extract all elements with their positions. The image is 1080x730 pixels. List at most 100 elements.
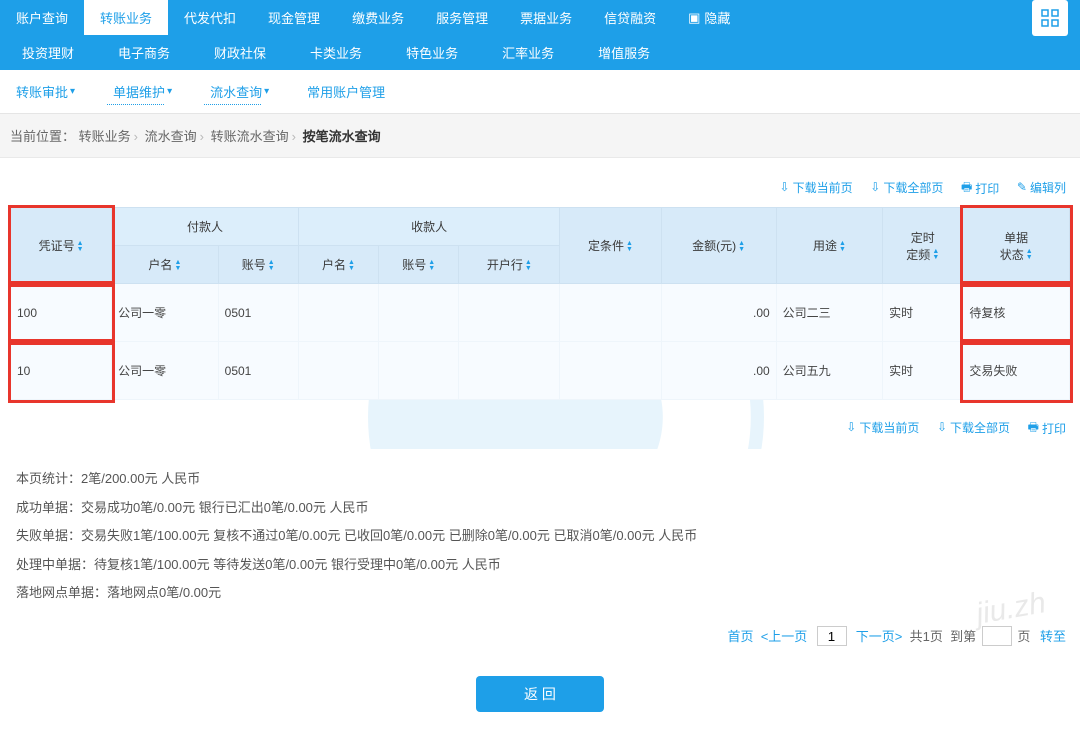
col-status[interactable]: 单据 状态▲▼	[963, 208, 1070, 284]
sort-icon: ▲▼	[348, 260, 355, 272]
col-timing[interactable]: 定时 定频▲▼	[883, 208, 963, 284]
nav-vas[interactable]: 增值服务	[576, 35, 672, 70]
print-label-2: 打印	[1042, 420, 1066, 437]
caret-down-icon: ▾	[70, 86, 75, 97]
col-condition[interactable]: 定条件▲▼	[560, 208, 661, 284]
sort-icon: ▲▼	[428, 260, 435, 272]
crumb-0[interactable]: 转账业务	[79, 129, 131, 144]
nav-special[interactable]: 特色业务	[384, 35, 480, 70]
sec-approval-label: 转账审批	[16, 82, 68, 101]
col-payer-name[interactable]: 户名▲▼	[112, 246, 219, 284]
edit-columns-label: 编辑列	[1030, 179, 1066, 196]
top-nav-row2: 投资理财 电子商务 财政社保 卡类业务 特色业务 汇率业务 增值服务	[0, 35, 1080, 70]
hide-icon: ▣	[688, 10, 700, 26]
cell-payer-name: 公司一零	[112, 284, 219, 342]
sort-icon: ▲▼	[1026, 249, 1033, 261]
cell-condition	[560, 342, 661, 400]
edit-columns-link[interactable]: ✎编辑列	[1017, 179, 1066, 196]
download-all-label-2: 下载全部页	[950, 419, 1010, 436]
col-payer-acct[interactable]: 账号▲▼	[218, 246, 298, 284]
sort-icon: ▲▼	[932, 249, 939, 261]
nav-hide[interactable]: ▣ 隐藏	[672, 0, 746, 35]
sec-maintain[interactable]: 单据维护 ▾	[107, 76, 178, 107]
print-icon: 🖶	[1028, 418, 1039, 439]
print-link-2[interactable]: 🖶打印	[1028, 418, 1066, 439]
sort-icon: ▲▼	[77, 241, 84, 253]
cell-payee-acct	[379, 284, 459, 342]
page-prev[interactable]: <上一页	[761, 629, 808, 644]
page-jump-input[interactable]	[982, 626, 1012, 646]
table-row[interactable]: 10 公司一零 0501 .00 公司五九 实时 交易失败	[11, 342, 1070, 400]
download-all-link-2[interactable]: ⇩下载全部页	[937, 419, 1010, 436]
cell-payee-bank	[459, 342, 560, 400]
sort-icon: ▲▼	[738, 241, 745, 253]
cell-timing: 实时	[883, 284, 963, 342]
col-payee-bank-label: 开户行	[487, 258, 523, 272]
breadcrumb: 当前位置： 转账业务› 流水查询› 转账流水查询› 按笔流水查询	[0, 114, 1080, 158]
download-icon: ⇩	[780, 180, 790, 194]
cell-voucher[interactable]: 10	[11, 342, 112, 400]
nav-cash[interactable]: 现金管理	[252, 0, 336, 35]
cell-condition	[560, 284, 661, 342]
download-all-link[interactable]: ⇩下载全部页	[870, 179, 943, 196]
nav-fiscal[interactable]: 财政社保	[192, 35, 288, 70]
sec-account[interactable]: 常用账户管理	[301, 76, 391, 107]
download-current-label-2: 下载当前页	[859, 419, 919, 436]
nav-payment[interactable]: 缴费业务	[336, 0, 420, 35]
col-payee-bank[interactable]: 开户行▲▼	[459, 246, 560, 284]
download-icon: ⇩	[846, 420, 856, 434]
cell-payer-acct: 0501	[218, 284, 298, 342]
cell-payer-acct: 0501	[218, 342, 298, 400]
col-voucher-label: 凭证号	[39, 239, 75, 253]
nav-service[interactable]: 服务管理	[420, 0, 504, 35]
nav-ecommerce[interactable]: 电子商务	[96, 35, 192, 70]
top-nav-row1: 账户查询 转账业务 代发代扣 现金管理 缴费业务 服务管理 票据业务 信贷融资 …	[0, 0, 1080, 35]
col-payee-acct-label: 账号	[402, 258, 426, 272]
page-next[interactable]: 下一页>	[856, 629, 903, 644]
sort-icon: ▲▼	[525, 260, 532, 272]
nav-payroll[interactable]: 代发代扣	[168, 0, 252, 35]
nav-transfer[interactable]: 转账业务	[84, 0, 168, 35]
col-usage[interactable]: 用途▲▼	[776, 208, 883, 284]
col-payer-group: 付款人	[112, 208, 299, 246]
table-row[interactable]: 100 公司一零 0501 .00 公司二三 实时 待复核	[11, 284, 1070, 342]
print-link[interactable]: 🖶打印	[961, 178, 999, 199]
cell-status: 交易失败	[963, 342, 1070, 400]
sort-icon: ▲▼	[174, 260, 181, 272]
page-go[interactable]: 转至	[1040, 629, 1066, 644]
sec-approval[interactable]: 转账审批 ▾	[10, 76, 81, 107]
print-icon: 🖶	[961, 178, 972, 199]
page-total-suffix: 页	[930, 629, 943, 644]
sec-account-label: 常用账户管理	[307, 82, 385, 101]
download-current-link[interactable]: ⇩下载当前页	[780, 179, 853, 196]
back-button[interactable]: 返 回	[476, 676, 604, 712]
nav-card[interactable]: 卡类业务	[288, 35, 384, 70]
nav-invest[interactable]: 投资理财	[0, 35, 96, 70]
col-payee-acct[interactable]: 账号▲▼	[379, 246, 459, 284]
page-first[interactable]: 首页	[727, 629, 753, 644]
nav-bill[interactable]: 票据业务	[504, 0, 588, 35]
col-payee-name[interactable]: 户名▲▼	[298, 246, 378, 284]
page-jump-label: 到第	[950, 629, 976, 644]
page-current-input[interactable]	[817, 626, 847, 646]
pagination: 首页 <上一页 下一页> 共1页 到第 页 转至	[0, 618, 1080, 667]
download-current-link-2[interactable]: ⇩下载当前页	[846, 419, 919, 436]
cell-payee-bank	[459, 284, 560, 342]
col-payer-name-label: 户名	[148, 258, 172, 272]
grid-svg-icon	[1041, 9, 1059, 27]
crumb-1[interactable]: 流水查询	[145, 129, 197, 144]
apps-grid-icon[interactable]	[1032, 0, 1068, 36]
crumb-2[interactable]: 转账流水查询	[211, 129, 289, 144]
cell-voucher[interactable]: 100	[11, 284, 112, 342]
table-actions-top: ⇩下载当前页 ⇩下载全部页 🖶打印 ✎编辑列	[0, 158, 1080, 203]
nav-credit[interactable]: 信贷融资	[588, 0, 672, 35]
sec-flow[interactable]: 流水查询 ▾	[204, 76, 275, 107]
summary-line3: 失败单据：交易失败1笔/100.00元 复核不通过0笔/0.00元 已收回0笔/…	[16, 522, 1064, 551]
nav-account-query[interactable]: 账户查询	[0, 0, 84, 35]
cell-usage: 公司二三	[776, 284, 883, 342]
col-voucher[interactable]: 凭证号▲▼	[11, 208, 112, 284]
nav-fx[interactable]: 汇率业务	[480, 35, 576, 70]
col-amount[interactable]: 金额(元)▲▼	[661, 208, 776, 284]
col-payee-name-label: 户名	[322, 258, 346, 272]
col-usage-label: 用途	[813, 239, 837, 253]
